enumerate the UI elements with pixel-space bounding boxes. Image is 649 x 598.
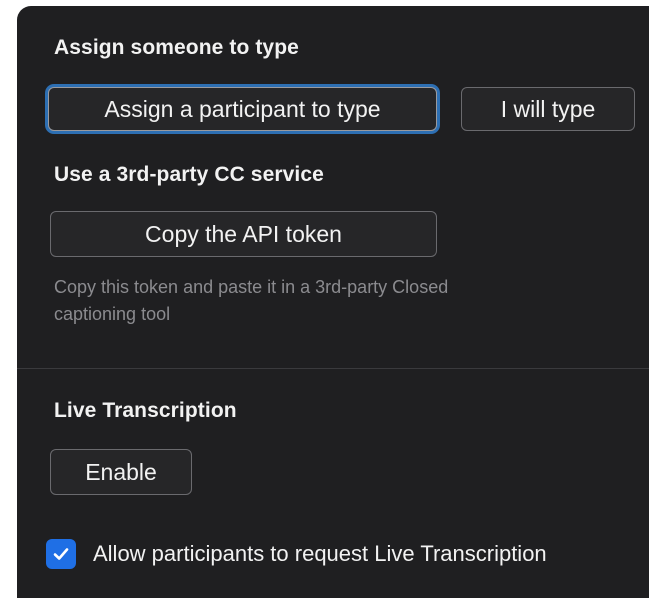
allow-request-checkbox[interactable] [46,539,76,569]
copy-token-hint: Copy this token and paste it in a 3rd-pa… [54,274,614,328]
section-divider [17,368,649,369]
assign-participant-button[interactable]: Assign a participant to type [48,87,437,131]
live-transcription-section-title: Live Transcription [54,399,237,422]
allow-request-label[interactable]: Allow participants to request Live Trans… [93,539,547,569]
copy-api-token-button[interactable]: Copy the API token [50,211,437,257]
i-will-type-button[interactable]: I will type [461,87,635,131]
copy-token-hint-line-2: captioning tool [54,304,171,324]
enable-live-transcription-button[interactable]: Enable [50,449,192,495]
cc-service-section-title: Use a 3rd-party CC service [54,163,324,186]
closed-caption-settings-panel: Assign someone to type Assign a particip… [17,6,649,598]
copy-token-hint-line-1: Copy this token and paste it in a 3rd-pa… [54,277,449,297]
checkmark-icon [53,548,69,560]
assign-section-title: Assign someone to type [54,36,299,59]
